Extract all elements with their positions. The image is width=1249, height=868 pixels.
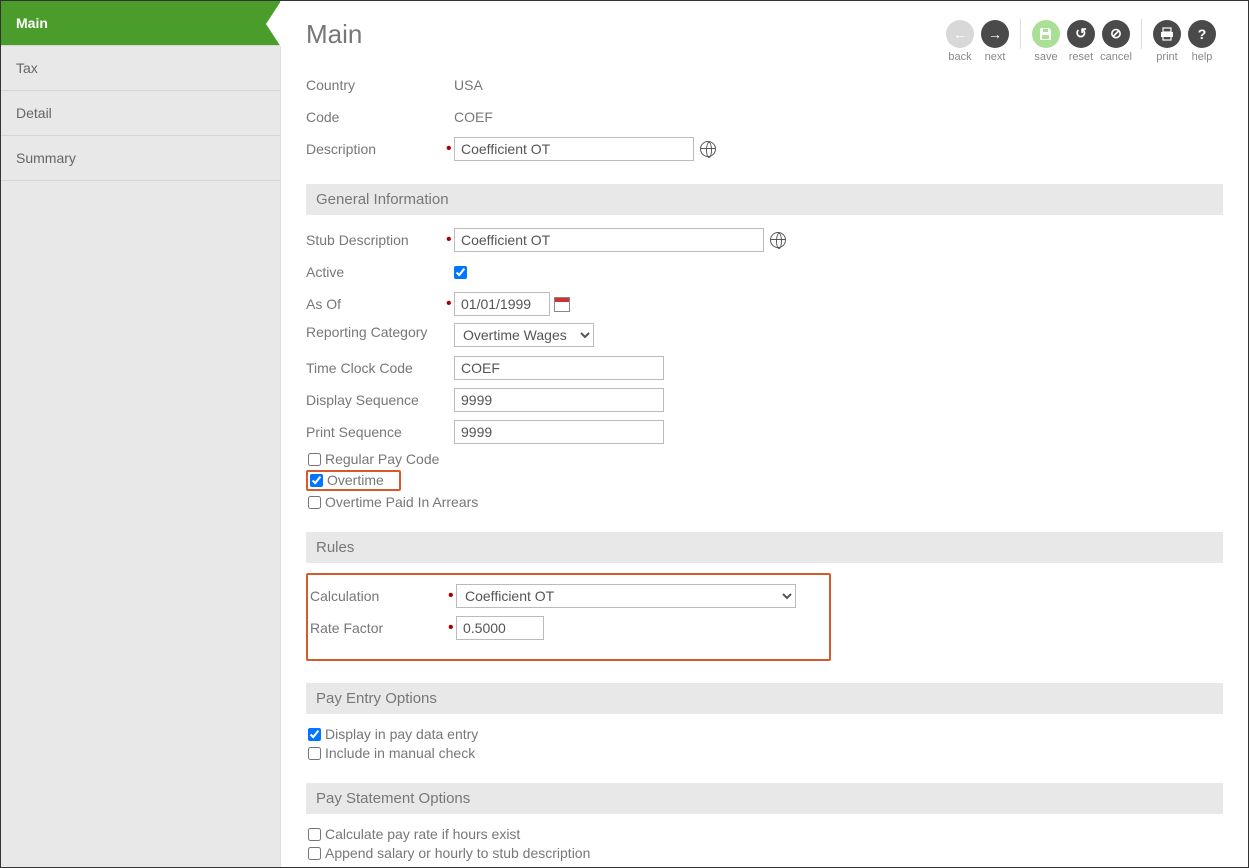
- asof-label: As Of: [306, 296, 446, 312]
- save-icon: [1032, 20, 1060, 48]
- content-scroll[interactable]: Main Country USA Code COEF Description •…: [281, 1, 1248, 867]
- arrow-right-icon: →: [981, 20, 1009, 48]
- asof-input[interactable]: [454, 292, 550, 316]
- display-entry-row: Display in pay data entry: [306, 726, 1223, 742]
- sidebar-item-label: Main: [16, 15, 48, 31]
- display-entry-checkbox[interactable]: [308, 728, 321, 741]
- description-label: Description: [306, 141, 446, 157]
- display-entry-label: Display in pay data entry: [325, 726, 478, 742]
- sidebar-item-label: Tax: [16, 60, 38, 76]
- divider: [1141, 19, 1142, 49]
- timeclock-label: Time Clock Code: [306, 360, 446, 376]
- regular-pay-row: Regular Pay Code: [306, 451, 1223, 467]
- print-icon: [1153, 20, 1181, 48]
- reporting-select[interactable]: Overtime Wages: [454, 323, 594, 347]
- reset-button[interactable]: ↺ reset: [1065, 20, 1097, 63]
- sidebar: Main Tax Detail Summary: [1, 1, 281, 867]
- reset-icon: ↺: [1067, 20, 1095, 48]
- calcrate-checkbox[interactable]: [308, 828, 321, 841]
- dispseq-label: Display Sequence: [306, 392, 446, 408]
- sidebar-item-tax[interactable]: Tax: [1, 46, 280, 91]
- overtime-checkbox[interactable]: [310, 474, 323, 487]
- calcrate-row: Calculate pay rate if hours exist: [306, 826, 1223, 842]
- calc-label: Calculation: [308, 588, 448, 604]
- append-label: Append salary or hourly to stub descript…: [325, 845, 590, 861]
- active-label: Active: [306, 264, 446, 280]
- dispseq-input[interactable]: [454, 388, 664, 412]
- include-manual-label: Include in manual check: [325, 745, 475, 761]
- country-value: USA: [454, 77, 483, 93]
- sidebar-item-label: Detail: [16, 105, 52, 121]
- rate-input[interactable]: [456, 616, 544, 640]
- overtime-row: Overtime: [306, 470, 401, 491]
- print-button[interactable]: print: [1151, 20, 1183, 63]
- help-icon: ?: [1188, 20, 1216, 48]
- payentry-section-header: Pay Entry Options: [306, 683, 1223, 714]
- printseq-label: Print Sequence: [306, 424, 446, 440]
- regular-checkbox[interactable]: [308, 453, 321, 466]
- append-row: Append salary or hourly to stub descript…: [306, 845, 1223, 861]
- calcrate-label: Calculate pay rate if hours exist: [325, 826, 520, 842]
- next-button[interactable]: → next: [979, 20, 1011, 63]
- sidebar-item-main[interactable]: Main: [1, 1, 280, 46]
- sidebar-item-label: Summary: [16, 150, 76, 166]
- include-manual-checkbox[interactable]: [308, 747, 321, 760]
- rules-section-header: Rules: [306, 532, 1223, 563]
- general-section-header: General Information: [306, 184, 1223, 215]
- rate-label: Rate Factor: [308, 620, 448, 636]
- divider: [1020, 19, 1021, 49]
- globe-icon[interactable]: [700, 141, 716, 157]
- country-label: Country: [306, 77, 446, 93]
- toolbar: ← back → next save ↺ reset ⊘ cancel prin: [944, 19, 1218, 63]
- calendar-icon[interactable]: [554, 297, 570, 312]
- help-button[interactable]: ? help: [1186, 20, 1218, 63]
- paystatement-section-header: Pay Statement Options: [306, 783, 1223, 814]
- stub-label: Stub Description: [306, 232, 446, 248]
- arrears-checkbox[interactable]: [308, 496, 321, 509]
- sidebar-item-detail[interactable]: Detail: [1, 91, 280, 136]
- arrears-label: Overtime Paid In Arrears: [325, 494, 478, 510]
- arrears-row: Overtime Paid In Arrears: [306, 494, 1223, 510]
- code-label: Code: [306, 109, 446, 125]
- main-area: ← back → next save ↺ reset ⊘ cancel prin: [281, 1, 1248, 867]
- overtime-label: Overtime: [327, 472, 384, 488]
- calc-select[interactable]: Coefficient OT: [456, 584, 796, 608]
- append-checkbox[interactable]: [308, 847, 321, 860]
- timeclock-input[interactable]: [454, 356, 664, 380]
- cancel-button[interactable]: ⊘ cancel: [1100, 20, 1132, 63]
- active-checkbox[interactable]: [454, 266, 467, 279]
- description-input[interactable]: [454, 137, 694, 161]
- arrow-left-icon: ←: [946, 20, 974, 48]
- globe-icon[interactable]: [770, 232, 786, 248]
- sidebar-item-summary[interactable]: Summary: [1, 136, 280, 181]
- printseq-input[interactable]: [454, 420, 664, 444]
- include-manual-row: Include in manual check: [306, 745, 1223, 761]
- save-button[interactable]: save: [1030, 20, 1062, 63]
- regular-label: Regular Pay Code: [325, 451, 439, 467]
- code-value: COEF: [454, 109, 493, 125]
- reporting-label: Reporting Category: [306, 323, 446, 341]
- back-button[interactable]: ← back: [944, 20, 976, 63]
- stub-input[interactable]: [454, 228, 764, 252]
- cancel-icon: ⊘: [1102, 20, 1130, 48]
